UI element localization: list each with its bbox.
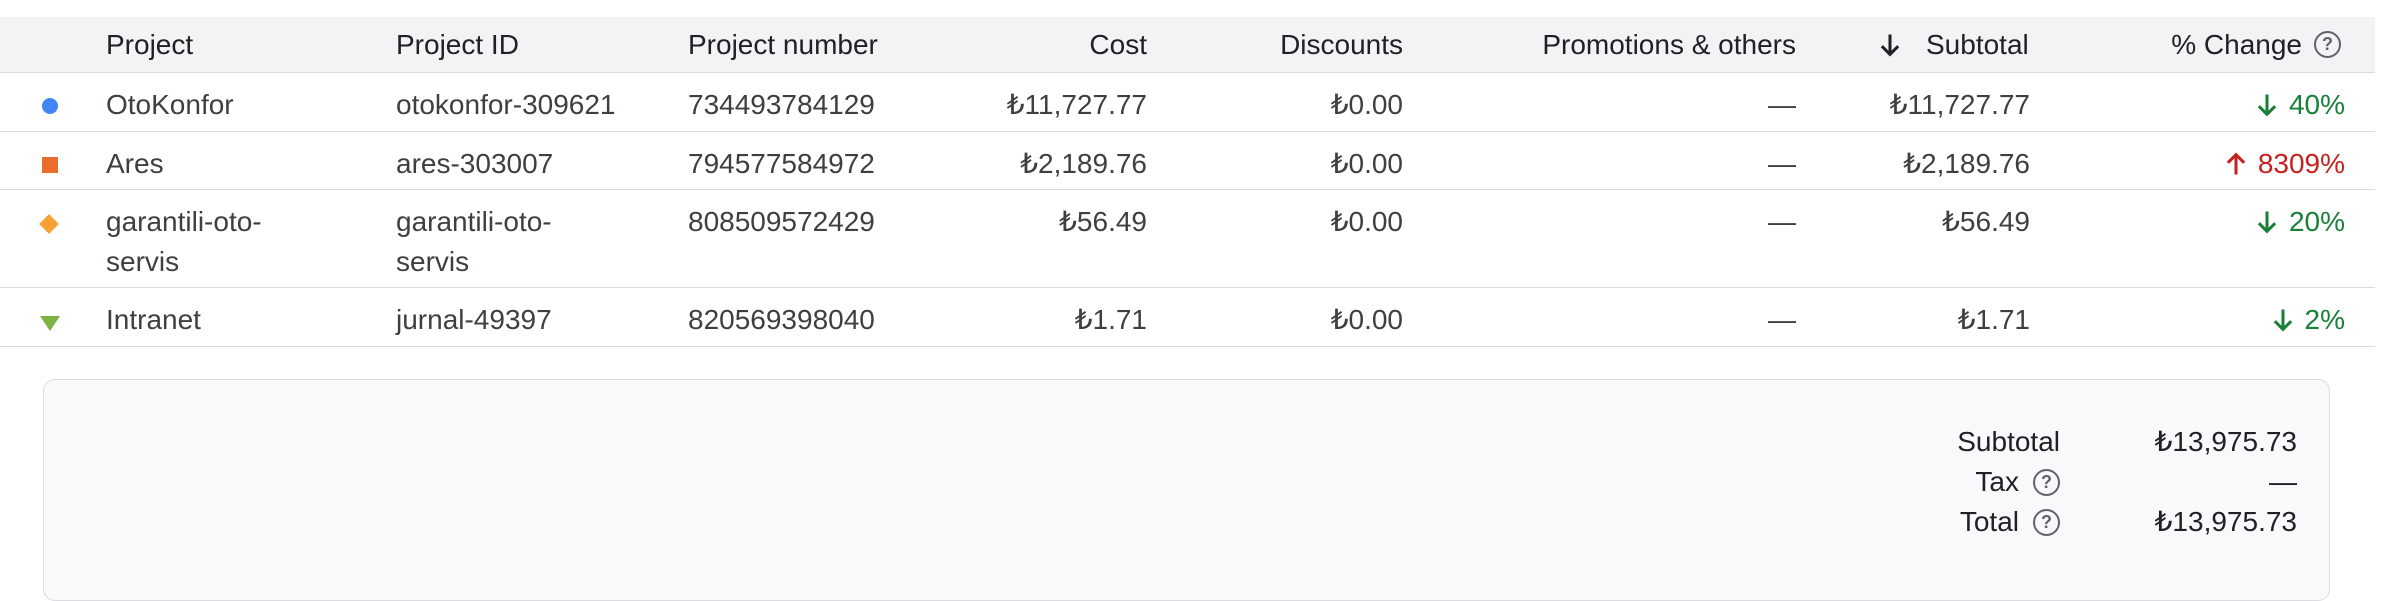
summary-card: Subtotal ₺13,975.73 Tax ? — Total ? ₺13,… [43,379,2330,601]
summary-total-value: ₺13,975.73 [2154,506,2297,537]
header-change-label: % Change [2171,29,2302,60]
table-row[interactable]: OtoKonfor otokonfor-309621 734493784129 … [0,73,2375,132]
project-name: garantili-oto-servis [106,206,262,277]
project-costs-page: Project Project ID Project number Cost D… [0,0,2375,601]
header-subtotal-label: Subtotal [1926,29,2029,60]
change-value: 2% [2269,300,2345,340]
project-id: jurnal-49397 [396,304,552,335]
arrow-down-icon [2257,94,2277,117]
header-subtotal-sorted[interactable]: Subtotal [1876,17,2029,72]
discounts-value: ₺0.00 [1330,304,1403,335]
triangle-marker-icon [40,316,60,331]
project-name: Intranet [106,304,201,335]
promotions-value: — [1768,304,1796,335]
promotions-value: — [1768,148,1796,179]
table-header: Project Project ID Project number Cost D… [0,17,2375,73]
discounts-value: ₺0.00 [1330,206,1403,237]
header-discounts[interactable]: Discounts [1280,17,1403,72]
cost-value: ₺2,189.76 [1020,148,1147,179]
cost-value: ₺1.71 [1074,304,1147,335]
summary-subtotal-value: ₺13,975.73 [2154,426,2297,457]
project-id: otokonfor-309621 [396,89,616,120]
table-row[interactable]: Ares ares-303007 794577584972 ₺2,189.76 … [0,132,2375,190]
summary-total-label: Total [1959,506,2019,537]
header-project-number[interactable]: Project number [688,17,878,72]
project-number: 808509572429 [688,206,875,237]
project-name: OtoKonfor [106,89,234,120]
project-number: 794577584972 [688,148,875,179]
change-percent: 8309% [2257,148,2345,179]
arrow-up-icon [2226,152,2246,175]
project-name: Ares [106,148,164,179]
arrow-down-icon [1880,34,1900,56]
change-percent: 2% [2304,304,2345,335]
change-value: 8309% [2222,144,2345,184]
summary-tax-row: Tax ? [1975,462,2060,502]
subtotal-value: ₺11,727.77 [1889,89,2030,120]
cost-value: ₺56.49 [1059,206,1147,237]
discounts-value: ₺0.00 [1330,89,1403,120]
header-project-id[interactable]: Project ID [396,17,519,72]
subtotal-value: ₺1.71 [1957,304,2030,335]
header-promotions[interactable]: Promotions & others [1542,17,1796,72]
table-row[interactable]: garantili-oto-servis garantili-oto-servi… [0,190,2375,288]
diamond-marker-icon [39,214,59,234]
help-circle-icon[interactable]: ? [2033,508,2060,536]
help-circle-icon[interactable]: ? [2314,31,2341,58]
project-id: garantili-oto-servis [396,206,552,277]
summary-total-row: Total ? [1960,502,2060,542]
square-marker-icon [42,157,58,173]
change-percent: 40% [2288,89,2345,120]
help-circle-icon[interactable]: ? [2033,468,2060,496]
summary-subtotal-label: Subtotal [1957,426,2060,457]
promotions-value: — [1768,89,1796,120]
summary-tax-value: — [2269,466,2297,497]
arrow-down-icon [2257,211,2277,234]
project-number: 820569398040 [688,304,875,335]
table-row[interactable]: Intranet jurnal-49397 820569398040 ₺1.71… [0,288,2375,347]
header-project[interactable]: Project [106,17,193,72]
subtotal-value: ₺2,189.76 [1903,148,2030,179]
project-id: ares-303007 [396,148,554,179]
subtotal-value: ₺56.49 [1942,206,2030,237]
project-number: 734493784129 [688,89,875,120]
summary-tax-label: Tax [1975,466,2019,497]
promotions-value: — [1768,206,1796,237]
change-value: 40% [2253,85,2345,125]
header-change[interactable]: % Change ? [2171,17,2341,72]
arrow-down-icon [2273,309,2292,332]
circle-marker-icon [42,98,58,114]
change-percent: 20% [2288,206,2345,237]
discounts-value: ₺0.00 [1330,148,1403,179]
header-cost[interactable]: Cost [1089,17,1147,72]
cost-value: ₺11,727.77 [1006,89,1147,120]
change-value: 20% [2253,202,2345,242]
